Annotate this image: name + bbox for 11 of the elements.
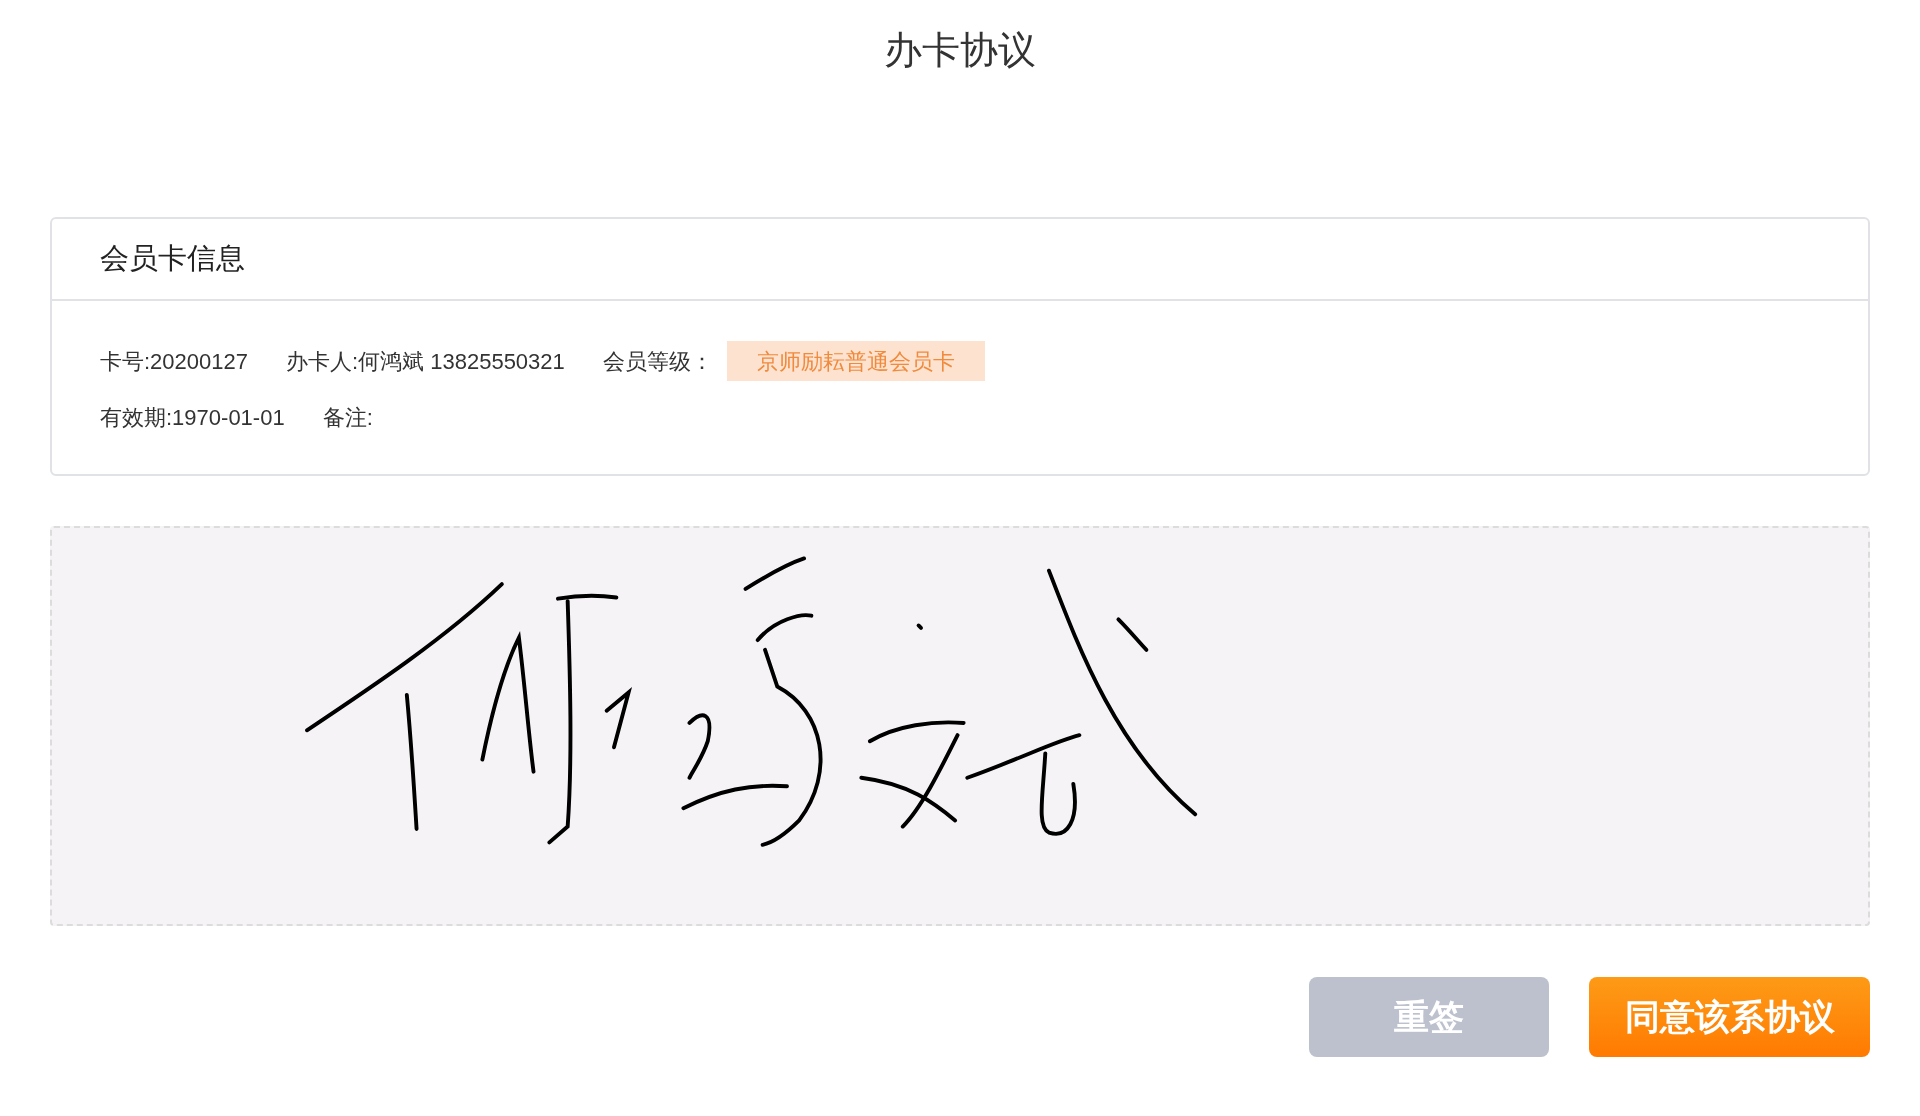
signature-pad[interactable]: [50, 526, 1870, 926]
info-text: 办卡人:何鸿斌 13825550321: [286, 347, 565, 376]
re-sign-button[interactable]: 重签: [1309, 977, 1549, 1057]
info-text: 有效期:1970-01-01: [100, 404, 285, 432]
info-text: 会员等级：: [602, 347, 713, 376]
info-text: 卡号:20200127: [100, 347, 248, 376]
agree-button[interactable]: 同意该系协议: [1589, 977, 1870, 1057]
info-text: 备注:: [322, 404, 373, 432]
card-title: 会员卡信息: [100, 241, 245, 277]
page-title: 办卡协议: [884, 28, 1036, 73]
level-badge: 京师励耘普通会员卡: [726, 341, 985, 381]
